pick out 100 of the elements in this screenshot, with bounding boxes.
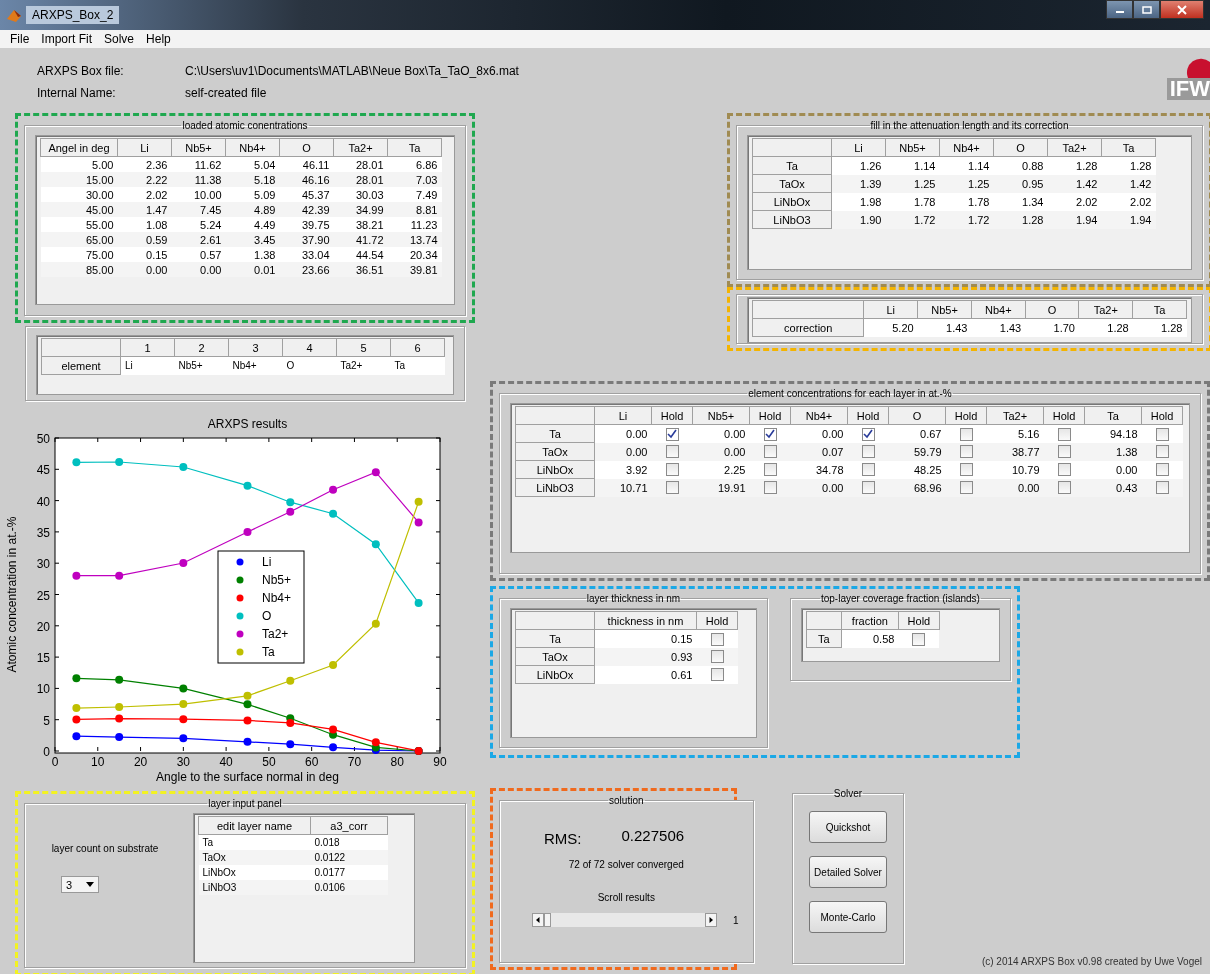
table-cell[interactable]: 0.0177 — [310, 865, 388, 880]
checkbox[interactable] — [861, 463, 875, 477]
checkbox[interactable] — [665, 463, 679, 477]
solver-button[interactable]: Monte-Carlo — [809, 901, 887, 933]
data-point — [72, 674, 81, 683]
checkbox[interactable] — [665, 445, 679, 459]
table-cell[interactable]: TaOx — [198, 850, 311, 865]
data-point — [179, 700, 188, 709]
column-header: fraction — [841, 611, 899, 630]
checkbox[interactable] — [1057, 445, 1071, 459]
column-header: Ta2+ — [986, 406, 1044, 425]
app-icon — [6, 7, 22, 23]
legend-label: Nb4+ — [262, 591, 292, 605]
table-cell: 10.00 — [171, 187, 226, 202]
info-value: C:\Users\uv1\Documents\MATLAB\Neue Box\Ta_TaO_8x6.mat — [185, 64, 519, 78]
checkbox[interactable] — [763, 427, 777, 441]
column-header: O — [993, 138, 1048, 157]
panel-title: top-layer coverage fraction (islands) — [819, 593, 981, 604]
checkbox[interactable] — [959, 445, 973, 459]
checkbox[interactable] — [710, 650, 724, 664]
data-point — [72, 732, 81, 741]
legend-label: Ta2+ — [262, 627, 289, 641]
checkbox[interactable] — [912, 632, 926, 646]
column-header: Hold — [1141, 406, 1183, 425]
table-cell: 1.47 — [117, 202, 172, 217]
column-header: Nb4+ — [939, 138, 994, 157]
data-point — [179, 684, 188, 693]
menu-item[interactable]: Solve — [104, 32, 135, 46]
rms-label: RMS: — [544, 830, 582, 847]
menu-item[interactable]: Help — [146, 32, 171, 46]
checkbox[interactable] — [1155, 463, 1169, 477]
close-button[interactable] — [1160, 0, 1204, 19]
column-header: Li — [594, 406, 652, 425]
checkbox[interactable] — [861, 481, 875, 495]
column-header: 4 — [282, 338, 337, 357]
column-header: thickness in nm — [594, 611, 697, 630]
table-cell: 7.03 — [387, 172, 442, 187]
checkbox[interactable] — [710, 632, 724, 646]
solver-button[interactable]: Detailed Solver — [809, 856, 887, 888]
table-cell[interactable]: LiNbOx — [198, 865, 311, 880]
panel-title: fill in the attenuation length and its correction — [869, 120, 1070, 131]
table-cell: 42.39 — [279, 202, 334, 217]
table-cell: 23.66 — [279, 262, 334, 277]
checkbox[interactable] — [1057, 481, 1071, 495]
table-cell[interactable]: LiNbO3 — [198, 880, 311, 895]
checkbox[interactable] — [1155, 445, 1169, 459]
checkbox[interactable] — [1155, 481, 1169, 495]
column-header: Nb4+ — [790, 406, 848, 425]
legend-label: Nb5+ — [262, 573, 292, 587]
column-header: Ta — [1132, 300, 1187, 319]
column-header: Angel in deg — [40, 138, 118, 157]
checkbox[interactable] — [959, 463, 973, 477]
table-cell: 55.00 — [40, 217, 118, 232]
checkbox[interactable] — [1057, 463, 1071, 477]
table-cell: 41.72 — [333, 232, 388, 247]
checkbox[interactable] — [763, 445, 777, 459]
data-point — [286, 676, 295, 685]
checkbox[interactable] — [665, 427, 679, 441]
checkbox[interactable] — [763, 463, 777, 477]
table-cell: 11.23 — [387, 217, 442, 232]
x-tick-label: 50 — [262, 755, 276, 769]
layer-count-dropdown[interactable]: 3 — [61, 876, 99, 893]
maximize-button[interactable] — [1133, 0, 1160, 19]
column-header: Ta — [1101, 138, 1156, 157]
table-cell: 4.49 — [225, 217, 280, 232]
y-tick-label: 50 — [36, 432, 50, 446]
legend-label: Ta — [262, 645, 275, 659]
copyright-text: (c) 2014 ARXPS Box v0.98 created by Uwe Vogel — [981, 956, 1202, 968]
data-point — [329, 743, 338, 752]
data-point — [414, 497, 423, 506]
checkbox[interactable] — [861, 445, 875, 459]
table-cell: 37.90 — [279, 232, 334, 247]
table-cell: 5.09 — [225, 187, 280, 202]
checkbox[interactable] — [959, 427, 973, 441]
solver-button[interactable]: Quickshot — [809, 811, 887, 843]
menu-item[interactable]: Import Fit — [41, 32, 92, 46]
table-cell: 20.34 — [387, 247, 442, 262]
table-cell[interactable]: 0.0106 — [310, 880, 388, 895]
logo-text: IFW — [1166, 78, 1210, 100]
results-scrollbar[interactable] — [532, 913, 717, 927]
checkbox[interactable] — [665, 481, 679, 495]
scroll-thumb[interactable] — [544, 913, 551, 927]
checkbox[interactable] — [861, 427, 875, 441]
menu-item[interactable]: File — [10, 32, 30, 46]
checkbox[interactable] — [1155, 427, 1169, 441]
minimize-button[interactable] — [1106, 0, 1133, 19]
checkbox[interactable] — [763, 481, 777, 495]
checkbox[interactable] — [1057, 427, 1071, 441]
data-point — [72, 704, 81, 713]
column-header: Nb4+ — [971, 300, 1026, 319]
table-cell[interactable]: 0.0122 — [310, 850, 388, 865]
column-header: Ta2+ — [1047, 138, 1102, 157]
checkbox[interactable] — [710, 668, 724, 682]
data-point — [286, 740, 295, 749]
table-cell: 0.00 — [171, 262, 226, 277]
y-tick-label: 25 — [36, 588, 50, 603]
table-cell: 1.38 — [225, 247, 280, 262]
checkbox[interactable] — [959, 481, 973, 495]
x-tick-label: 80 — [390, 755, 404, 769]
column-header: 2 — [174, 338, 229, 357]
